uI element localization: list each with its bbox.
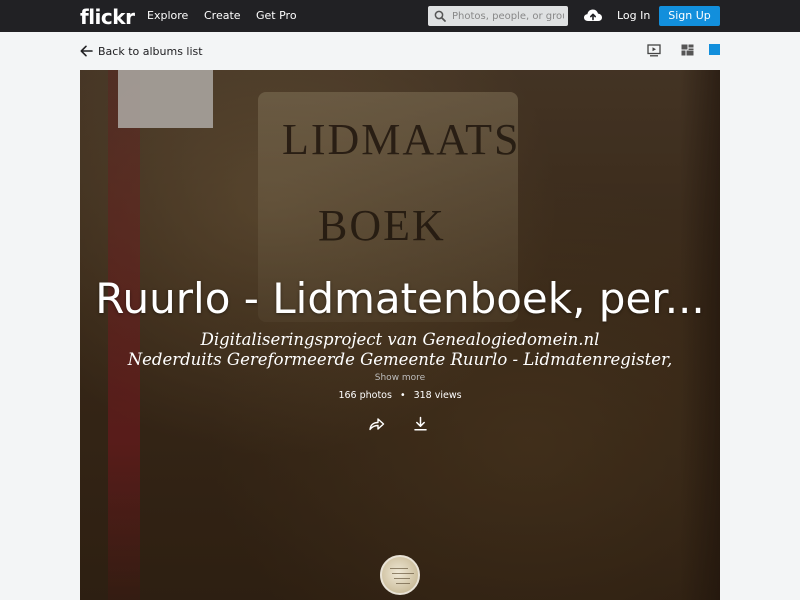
back-to-albums-link[interactable]: Back to albums list xyxy=(80,43,203,59)
flickr-logo[interactable]: flickr xyxy=(80,5,135,29)
owner-avatar[interactable] xyxy=(380,555,420,595)
photos-count: 166 photos xyxy=(338,390,392,401)
arrow-left-icon xyxy=(80,45,93,57)
back-label: Back to albums list xyxy=(98,44,203,58)
slideshow-icon[interactable] xyxy=(647,44,661,57)
album-cover: LIDMAATS BOEK Ruurlo - Lidmatenboek, per… xyxy=(80,70,720,600)
search-input[interactable] xyxy=(452,8,564,24)
share-icon[interactable] xyxy=(368,416,385,431)
grid-icon[interactable] xyxy=(681,44,694,56)
nav-create[interactable]: Create xyxy=(204,9,241,22)
upload-cloud-icon[interactable] xyxy=(583,7,603,23)
signup-button[interactable]: Sign Up xyxy=(659,6,720,26)
description-line-2: Nederduits Gereformeerde Gemeente Ruurlo… xyxy=(127,350,673,369)
cover-view-icon[interactable] xyxy=(709,44,720,55)
stats-separator: • xyxy=(399,390,406,401)
search-icon xyxy=(434,10,446,22)
search-box[interactable] xyxy=(428,6,568,26)
album-stats: 166 photos • 318 views xyxy=(80,390,720,401)
description-line-1: Digitaliseringsproject van Genealogiedom… xyxy=(200,330,600,349)
album-description: Digitaliseringsproject van Genealogiedom… xyxy=(80,330,720,370)
download-icon[interactable] xyxy=(413,416,428,432)
show-more-link[interactable]: Show more xyxy=(80,373,720,383)
nav-explore[interactable]: Explore xyxy=(147,9,188,22)
nav-get-pro[interactable]: Get Pro xyxy=(256,9,297,22)
album-title: Ruurlo - Lidmatenboek, per... xyxy=(95,274,705,323)
top-navigation-bar: flickr Explore Create Get Pro Log In Sig… xyxy=(0,0,800,32)
login-link[interactable]: Log In xyxy=(617,9,650,22)
views-count: 318 views xyxy=(413,390,462,401)
